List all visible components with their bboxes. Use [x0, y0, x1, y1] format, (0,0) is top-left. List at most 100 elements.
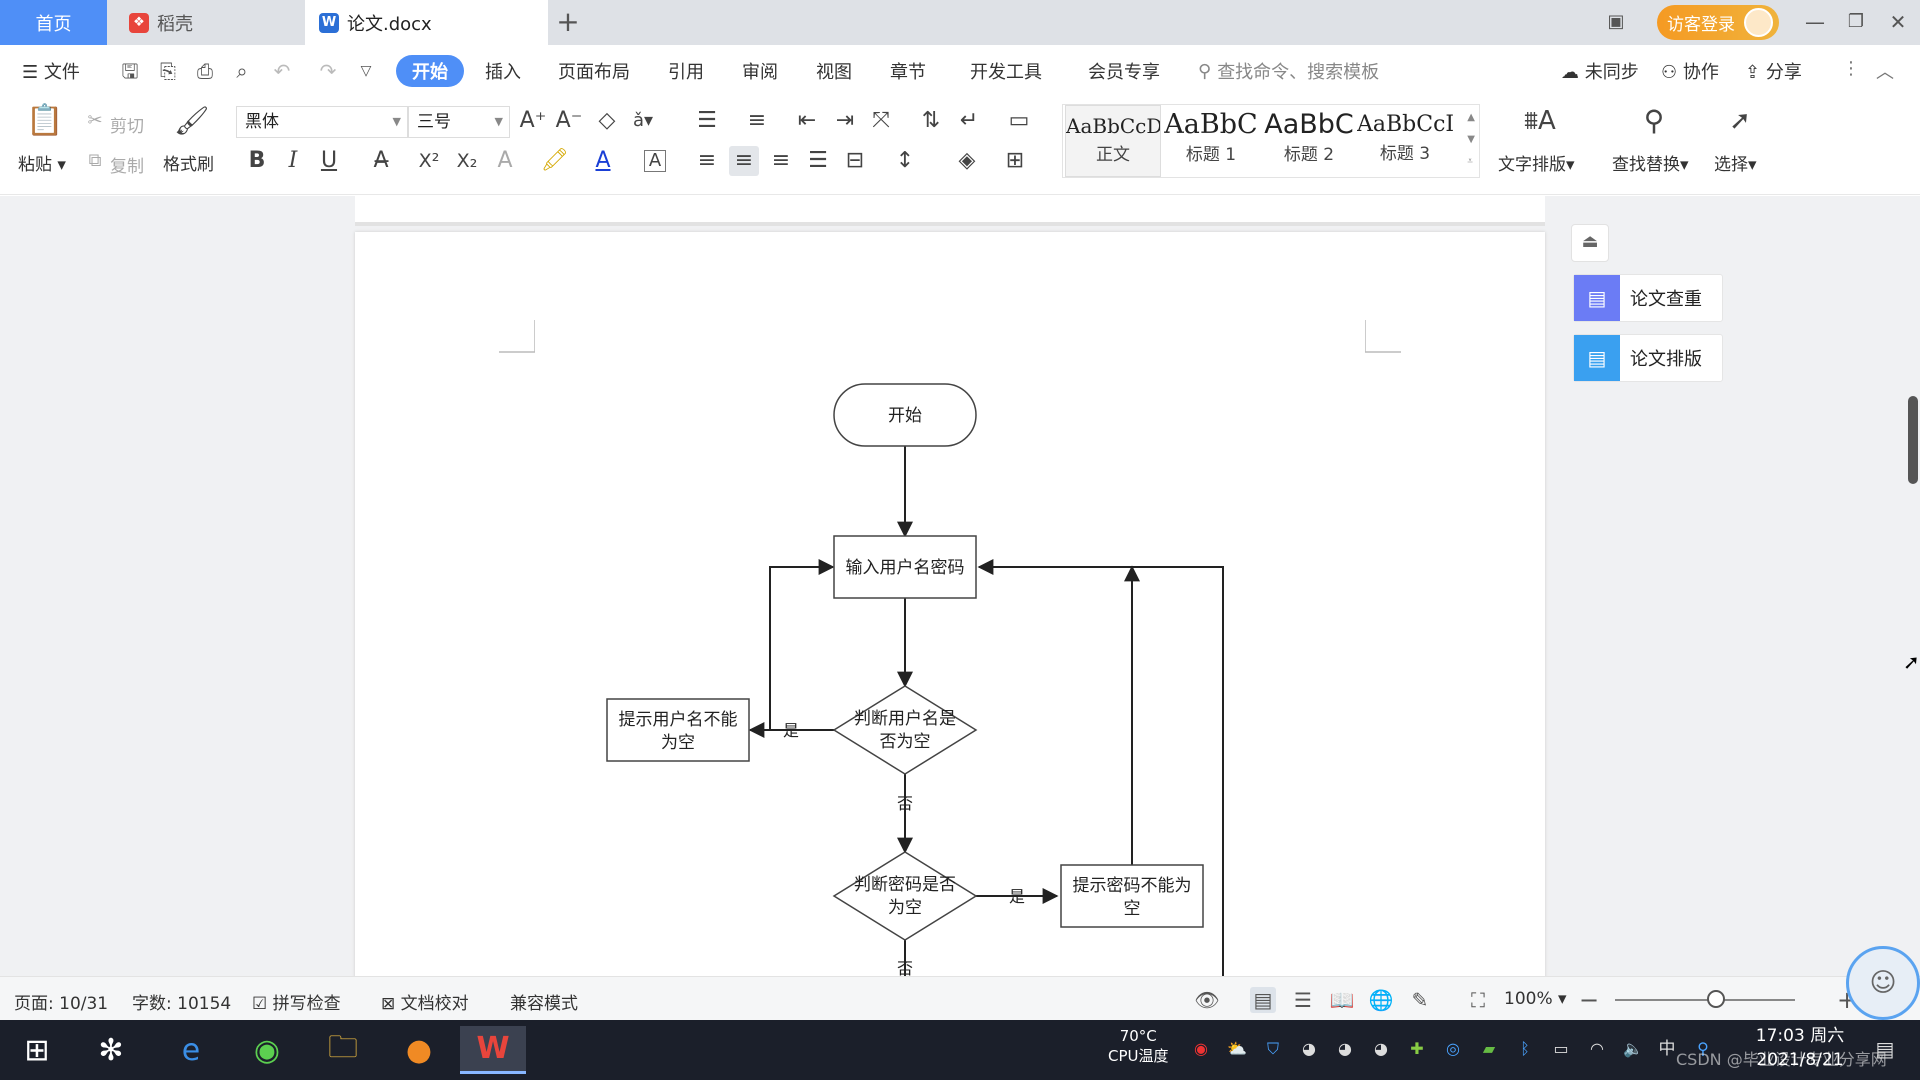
undo-icon[interactable]: ↶ [270, 59, 294, 83]
proofread-button[interactable]: ⊠ 文档校对 [381, 989, 469, 1014]
collaborate-button[interactable]: ⚇ 协作 [1661, 58, 1719, 84]
ruler-icon[interactable]: ▭ [1004, 106, 1034, 136]
tab-insert[interactable]: 插入 [485, 58, 521, 84]
ime-indicator[interactable]: 中 [1656, 1038, 1678, 1060]
writing-mode-icon[interactable]: ✎ [1407, 987, 1433, 1013]
tray-app-icon[interactable]: ◉ [1190, 1038, 1212, 1060]
font-size-select[interactable]: 三号 ▼ [408, 106, 510, 138]
tab-page-layout[interactable]: 页面布局 [558, 58, 630, 84]
style-normal[interactable]: AaBbCcDd 正文 [1065, 105, 1161, 177]
tray-shield-icon[interactable]: ⛉ [1262, 1038, 1284, 1060]
new-tab-button[interactable]: + [552, 6, 584, 38]
format-painter-button[interactable]: 格式刷 [163, 150, 214, 175]
command-search[interactable]: ⚲ 查找命令、搜索模板 [1198, 58, 1379, 84]
grow-font-icon[interactable]: A⁺ [518, 106, 548, 136]
redo-icon[interactable]: ↷ [316, 59, 340, 83]
customize-toolbar-icon[interactable]: ▽ [354, 59, 378, 83]
subscript-icon[interactable]: X₂ [452, 146, 482, 176]
copy-button[interactable]: 复制 [110, 152, 144, 177]
thesis-layout-button[interactable]: ▤ 论文排版 [1573, 334, 1723, 382]
document-page[interactable]: 开始 输入用户名密码 判断用户名是 否为空 提示用户名不能 为空 判断密码是否 … [355, 232, 1545, 992]
char-border-icon[interactable]: A [644, 150, 666, 172]
line-spacing-icon[interactable]: ↕ [890, 146, 920, 176]
outline-view-icon[interactable]: ☰ [1290, 987, 1316, 1013]
tab-home-ribbon[interactable]: 开始 [396, 55, 464, 87]
page-count[interactable]: 页面: 10/31 [14, 989, 108, 1014]
tray-cloud-icon[interactable]: ⛅ [1226, 1038, 1248, 1060]
tray-nvidia-icon[interactable]: ▰ [1478, 1038, 1500, 1060]
text-layout-button[interactable]: 文字排版▾ [1498, 150, 1575, 175]
justify-icon[interactable]: ☰ [803, 146, 833, 176]
restore-icon[interactable]: ❐ [1838, 4, 1874, 40]
tab-home[interactable]: 首页 [0, 0, 107, 45]
file-explorer-icon[interactable]: 🗀 [310, 1026, 376, 1074]
login-flowchart[interactable]: 开始 输入用户名密码 判断用户名是 否为空 提示用户名不能 为空 判断密码是否 … [355, 232, 1545, 992]
save-icon[interactable]: 🖫 [118, 59, 142, 83]
visitor-login-button[interactable]: 访客登录 [1657, 5, 1779, 40]
superscript-icon[interactable]: X² [414, 146, 444, 176]
start-icon[interactable]: ⊞ [4, 1026, 70, 1074]
sync-status[interactable]: ☁ 未同步 [1561, 58, 1639, 84]
shading-icon[interactable]: ◈ [952, 146, 982, 176]
bullet-list-icon[interactable]: ☰ [692, 106, 722, 136]
tray-plus-icon[interactable]: ✚ [1406, 1038, 1428, 1060]
bluetooth-icon[interactable]: ᛒ [1514, 1038, 1536, 1060]
tray-qq2-icon[interactable]: ◕ [1334, 1038, 1356, 1060]
tab-review[interactable]: 审阅 [742, 58, 778, 84]
tray-app2-icon[interactable]: ◎ [1442, 1038, 1464, 1060]
style-heading-2[interactable]: AaBbC 标题 2 [1261, 105, 1357, 177]
align-right-icon[interactable]: ≡ [766, 146, 796, 176]
vertical-scrollbar[interactable] [1906, 196, 1920, 976]
text-effect-icon[interactable]: A [490, 146, 520, 176]
thesis-check-button[interactable]: ▤ 论文查重 [1573, 274, 1723, 322]
wifi-icon[interactable]: ◠ [1586, 1038, 1608, 1060]
styles-scroll-icon[interactable]: ▲ ▼ ⩡ [1467, 107, 1475, 173]
clear-format-icon[interactable]: ◇ [592, 106, 622, 136]
tab-references[interactable]: 引用 [668, 58, 704, 84]
sort-icon[interactable]: ⇅ [916, 106, 946, 136]
share-doc-icon[interactable]: ⎘ [156, 59, 180, 83]
tab-daoke[interactable]: ❖ 稻壳 [111, 0, 301, 45]
font-name-select[interactable]: 黑体 ▼ [236, 106, 408, 138]
more-icon[interactable]: ⋮ [1842, 58, 1860, 79]
distribute-icon[interactable]: ⊟ [840, 146, 870, 176]
numbered-list-icon[interactable]: ≡ [742, 106, 772, 136]
ie-browser-icon[interactable]: e [158, 1026, 224, 1074]
tab-document[interactable]: W 论文.docx [305, 0, 548, 45]
cut-button[interactable]: 剪切 [110, 112, 144, 137]
volume-icon[interactable]: 🔈 [1622, 1038, 1644, 1060]
battery-icon[interactable]: ▭ [1550, 1038, 1572, 1060]
strikethrough-icon[interactable]: A̶ [366, 146, 396, 176]
window-layout-icon[interactable]: ▣ [1598, 4, 1634, 40]
zoom-slider-knob[interactable] [1707, 990, 1725, 1008]
highlight-icon[interactable]: 🖍 [540, 146, 570, 176]
style-heading-1[interactable]: AaBbC 标题 1 [1163, 105, 1259, 177]
scrollbar-thumb[interactable] [1908, 396, 1918, 484]
print-preview-icon[interactable]: ⌕ [230, 59, 254, 83]
collapse-ribbon-icon[interactable]: ︿ [1876, 58, 1894, 84]
browser-icon[interactable]: ◉ [234, 1026, 300, 1074]
assistant-robot-icon[interactable]: ☺ [1846, 946, 1920, 1020]
paste-button[interactable]: 粘贴 ▾ [18, 150, 66, 175]
paragraph-mark-icon[interactable]: ↵ [954, 106, 984, 136]
borders-icon[interactable]: ⊞ [1000, 146, 1030, 176]
spell-check-button[interactable]: ☑ 拼写检查 [252, 989, 341, 1014]
word-count[interactable]: 字数: 10154 [132, 989, 231, 1014]
increase-indent-icon[interactable]: ⇥ [830, 106, 860, 136]
close-icon[interactable]: ✕ [1880, 4, 1916, 40]
ninja-app-icon[interactable]: ● [386, 1026, 452, 1074]
shrink-font-icon[interactable]: A⁻ [554, 106, 584, 136]
tab-chapter[interactable]: 章节 [890, 58, 926, 84]
print-icon[interactable]: ⎙ [193, 59, 217, 83]
web-view-icon[interactable]: 🌐 [1368, 987, 1394, 1013]
minimize-icon[interactable]: — [1797, 4, 1833, 40]
phonetic-icon[interactable]: ǎ▾ [628, 106, 658, 136]
bold-icon[interactable]: B [242, 146, 272, 176]
share-button[interactable]: ⇪ 分享 [1745, 58, 1802, 84]
find-replace-button[interactable]: 查找替换▾ [1612, 150, 1689, 175]
italic-icon[interactable]: I [278, 146, 308, 176]
decrease-indent-icon[interactable]: ⇤ [792, 106, 822, 136]
notification-icon[interactable]: ▤ [1874, 1038, 1896, 1060]
wps-writer-icon[interactable]: W [460, 1026, 526, 1074]
reading-view-icon[interactable]: 📖 [1329, 987, 1355, 1013]
